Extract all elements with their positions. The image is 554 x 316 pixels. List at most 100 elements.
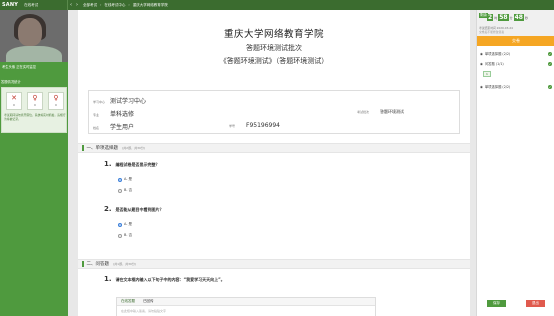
question-chip[interactable]: 1 bbox=[483, 71, 491, 77]
question-group-item[interactable]: ◉ 问答题 (1/1) ✓ bbox=[480, 61, 552, 66]
question-number: 1. bbox=[104, 160, 112, 168]
person-icon: ♀ bbox=[32, 94, 38, 102]
option-label: A. 是 bbox=[124, 177, 133, 181]
question-group-label: 问答题 (1/1) bbox=[484, 62, 504, 66]
timer-minutes: 58 bbox=[498, 14, 509, 21]
answer-editor: 在线答题 已回传 在此框中输入答案，请勿粘贴文字 bbox=[116, 297, 376, 316]
camera-person-face bbox=[18, 18, 42, 46]
option-label: B. 否 bbox=[124, 188, 133, 192]
section-marker bbox=[82, 145, 84, 151]
breadcrumb-item[interactable]: 在线考试中心 bbox=[101, 3, 128, 8]
option-label: B. 否 bbox=[124, 233, 133, 237]
camera-person-body bbox=[6, 46, 62, 62]
check-icon: ✓ bbox=[548, 84, 552, 89]
right-panel: 剩余 2 时 58 分 48 秒 考试结束时间 2020-03-24 交卷后不能… bbox=[476, 10, 554, 316]
person-icon: ♀ bbox=[53, 94, 59, 102]
stat-value: 0 bbox=[55, 103, 57, 107]
batch-title: 答题环境测试批次 bbox=[246, 44, 302, 52]
editor-tabs: 在线答题 已回传 bbox=[117, 298, 375, 306]
stats-title: 答题情况统计 bbox=[1, 80, 21, 84]
info-label: 考试批次 bbox=[357, 110, 370, 114]
app-logo: SANY 在线考试 bbox=[0, 0, 68, 10]
info-center: 学习中心 测试学习中心 bbox=[93, 96, 146, 105]
question-item: 1. 编程试卷是否显示完整？ bbox=[104, 160, 160, 168]
option-row[interactable]: A. 是 bbox=[118, 177, 132, 182]
exam-paper: 重庆大学网络教育学院 答题环境测试批次 《答题环境测试》（答题环境测试） 学习中… bbox=[78, 10, 470, 316]
info-label: 专业 bbox=[93, 113, 100, 117]
question-title: 1. 编程试卷是否显示完整？ bbox=[104, 160, 160, 168]
info-value: F95196994 bbox=[246, 122, 280, 129]
left-panel: 考生头像 正在实时监控 答题情况统计 ✕ 0 ♀ 0 ♀ 0 考试期间请勿离开座… bbox=[0, 10, 68, 316]
stat-card: ♀ 0 bbox=[48, 92, 64, 110]
question-text: 请在文本框内输入以下句子中的内容：“我爱学习天天向上”。 bbox=[115, 277, 225, 282]
info-value: 测试学习中心 bbox=[110, 98, 147, 105]
stat-card: ♀ 0 bbox=[27, 92, 43, 110]
question-item: 1. 请在文本框内输入以下句子中的内容：“我爱学习天天向上”。 bbox=[104, 275, 225, 283]
timer-seconds: 48 bbox=[513, 14, 524, 21]
timer-subtext: 交卷后不能修改答案 bbox=[479, 30, 505, 34]
brand-name: SANY bbox=[2, 2, 19, 8]
product-name: 在线考试 bbox=[24, 2, 39, 7]
question-number: 2. bbox=[104, 205, 112, 213]
info-level: 专业 单科选修 bbox=[93, 109, 134, 118]
info-label: 学习中心 bbox=[93, 100, 106, 104]
radio-button[interactable] bbox=[118, 233, 122, 238]
option-row[interactable]: B. 否 bbox=[118, 233, 132, 238]
info-batch: 考试批次 答题环境测试 bbox=[357, 109, 404, 115]
radio-icon: ◉ bbox=[480, 51, 483, 56]
question-item: 2. 是否能从题目中看到图片？ bbox=[104, 205, 164, 213]
radio-button[interactable] bbox=[118, 188, 122, 193]
section-header-single-choice: 一、单项选择题 (共2题，共30分) bbox=[78, 143, 470, 153]
radio-button[interactable] bbox=[118, 222, 122, 227]
exit-button[interactable]: 退出 bbox=[526, 300, 545, 307]
question-group-item[interactable]: ◉ 单项选择题 (2/2) ✓ bbox=[480, 51, 552, 56]
answer-input[interactable]: 在此框中输入答案，请勿粘贴文字 bbox=[117, 306, 375, 316]
question-text: 是否能从题目中看到图片？ bbox=[115, 207, 164, 212]
question-number: 1. bbox=[104, 275, 112, 283]
cross-icon: ✕ bbox=[11, 94, 17, 102]
check-icon: ✓ bbox=[548, 61, 552, 66]
stat-card: ✕ 0 bbox=[6, 92, 22, 110]
submit-button[interactable]: 交卷 bbox=[477, 36, 554, 46]
stats-note: 考试期间请勿离开座位，系统将实时抓拍，违规行为将被记录。 bbox=[4, 113, 66, 121]
tab-online-answer[interactable]: 在线答题 bbox=[121, 299, 135, 304]
breadcrumb-item[interactable]: 重庆大学网络教育学院 bbox=[130, 3, 171, 8]
section-title: 二、问答题 bbox=[86, 262, 110, 267]
section-marker bbox=[82, 261, 84, 267]
student-info-card: 学习中心 测试学习中心 专业 单科选修 姓名 学生用户 学号 F95196994… bbox=[88, 90, 460, 134]
timer-hours: 2 bbox=[487, 14, 494, 21]
info-value: 单科选修 bbox=[110, 111, 135, 118]
radio-button[interactable] bbox=[118, 177, 122, 182]
camera-label: 考生头像 正在实时监控 bbox=[2, 65, 37, 69]
option-label: A. 是 bbox=[124, 222, 133, 226]
info-label: 姓名 bbox=[93, 126, 100, 130]
action-bar: 保存 退出 bbox=[477, 300, 554, 307]
tab-uploaded[interactable]: 已回传 bbox=[143, 299, 154, 304]
question-group-label: 单项选择题 (2/2) bbox=[484, 85, 511, 89]
breadcrumb: ‹ › 全部考试 › 在线考试中心 › 重庆大学网络教育学院 bbox=[68, 0, 171, 10]
section-meta: (共2题，共30分) bbox=[122, 146, 146, 150]
paper-header: 重庆大学网络教育学院 答题环境测试批次 《答题环境测试》（答题环境测试） bbox=[78, 10, 470, 66]
info-value: 答题环境测试 bbox=[380, 109, 404, 114]
radio-icon: ◉ bbox=[480, 84, 483, 89]
info-id: 学号 F95196994 bbox=[229, 122, 280, 129]
breadcrumb-item[interactable]: 全部考试 bbox=[80, 3, 100, 8]
section-title: 一、单项选择题 bbox=[86, 146, 119, 151]
option-row[interactable]: B. 否 bbox=[118, 188, 132, 193]
question-title: 2. 是否能从题目中看到图片？ bbox=[104, 205, 164, 213]
timer-unit: 分 bbox=[509, 16, 513, 20]
question-group-item[interactable]: ◉ 单项选择题 (2/2) ✓ bbox=[480, 84, 552, 89]
stat-value: 0 bbox=[34, 103, 36, 107]
info-value: 学生用户 bbox=[110, 124, 135, 131]
section-header-essay: 二、问答题 (共1题，共30分) bbox=[78, 259, 470, 269]
info-name: 姓名 学生用户 bbox=[93, 122, 134, 131]
option-row[interactable]: A. 是 bbox=[118, 222, 132, 227]
timer-unit: 时 bbox=[494, 16, 498, 20]
check-icon: ✓ bbox=[548, 51, 552, 56]
timer-unit: 秒 bbox=[524, 16, 528, 20]
save-button[interactable]: 保存 bbox=[487, 300, 506, 307]
question-text: 编程试卷是否显示完整？ bbox=[115, 162, 160, 167]
section-meta: (共1题，共30分) bbox=[113, 262, 137, 266]
stat-value: 0 bbox=[13, 103, 15, 107]
top-bar: SANY 在线考试 ‹ › 全部考试 › 在线考试中心 › 重庆大学网络教育学院… bbox=[0, 0, 554, 20]
